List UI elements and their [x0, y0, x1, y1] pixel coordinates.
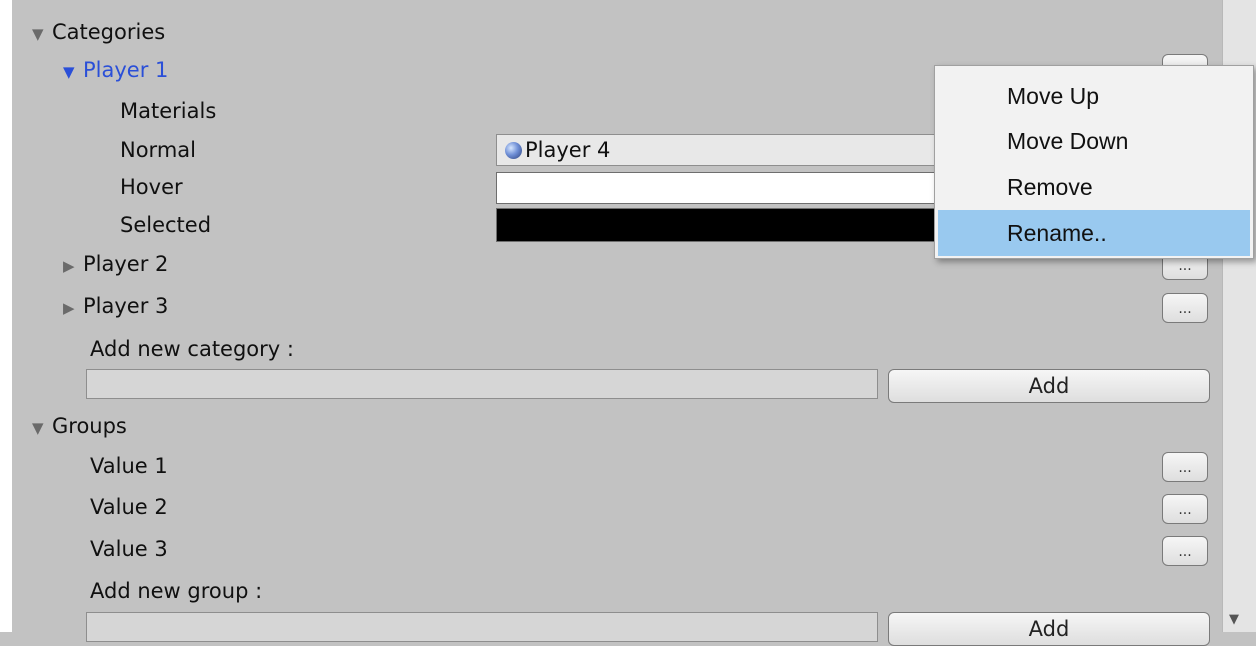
- normal-material-field[interactable]: Player 4: [496, 134, 946, 166]
- normal-material-value: Player 4: [525, 138, 611, 162]
- normal-label: Normal: [120, 138, 196, 162]
- new-group-input[interactable]: [86, 612, 878, 642]
- add-category-button[interactable]: Add: [888, 369, 1210, 403]
- triangle-right-icon: ▶: [63, 299, 75, 317]
- menu-item-rename[interactable]: Rename..: [938, 210, 1250, 256]
- player1-label: Player 1: [83, 58, 169, 82]
- group-item-value2: Value 2: [90, 495, 168, 519]
- materials-label: Materials: [120, 99, 217, 123]
- scroll-down-arrow-icon[interactable]: ▼: [1229, 612, 1239, 627]
- hover-label: Hover: [120, 175, 183, 199]
- group-value1-options-button[interactable]: ...: [1162, 452, 1208, 482]
- menu-item-move-up[interactable]: Move Up: [935, 73, 1253, 119]
- player3-foldout[interactable]: ▶ Player 3: [63, 291, 168, 321]
- player3-options-button[interactable]: ...: [1162, 293, 1208, 323]
- group-value3-options-button[interactable]: ...: [1162, 536, 1208, 566]
- group-value2-options-button[interactable]: ...: [1162, 494, 1208, 524]
- hover-color-field[interactable]: [496, 172, 946, 204]
- triangle-down-icon: ▼: [32, 25, 44, 43]
- sphere-icon: [505, 142, 522, 159]
- new-category-input[interactable]: [86, 369, 878, 399]
- add-category-label: Add new category :: [90, 337, 294, 361]
- menu-item-remove[interactable]: Remove: [935, 164, 1253, 210]
- group-item-value1: Value 1: [90, 454, 168, 478]
- left-edge: [0, 0, 12, 632]
- add-group-button[interactable]: Add: [888, 612, 1210, 646]
- groups-title: Groups: [52, 414, 127, 438]
- triangle-right-icon: ▶: [63, 257, 75, 275]
- add-group-label: Add new group :: [90, 579, 263, 603]
- selected-color-field[interactable]: [496, 208, 946, 242]
- player2-foldout[interactable]: ▶ Player 2: [63, 249, 168, 279]
- group-item-value3: Value 3: [90, 537, 168, 561]
- menu-item-move-down[interactable]: Move Down: [935, 118, 1253, 164]
- player3-label: Player 3: [83, 294, 169, 318]
- selected-label: Selected: [120, 213, 212, 237]
- groups-foldout[interactable]: ▼ Groups: [32, 411, 127, 441]
- context-menu: Move Up Move Down Remove Rename..: [934, 65, 1254, 259]
- categories-title: Categories: [52, 20, 166, 44]
- player2-label: Player 2: [83, 252, 169, 276]
- player1-foldout[interactable]: ▼ Player 1: [63, 55, 168, 85]
- triangle-down-icon: ▼: [32, 419, 44, 437]
- categories-foldout[interactable]: ▼ Categories: [32, 17, 165, 47]
- triangle-down-icon: ▼: [63, 63, 75, 81]
